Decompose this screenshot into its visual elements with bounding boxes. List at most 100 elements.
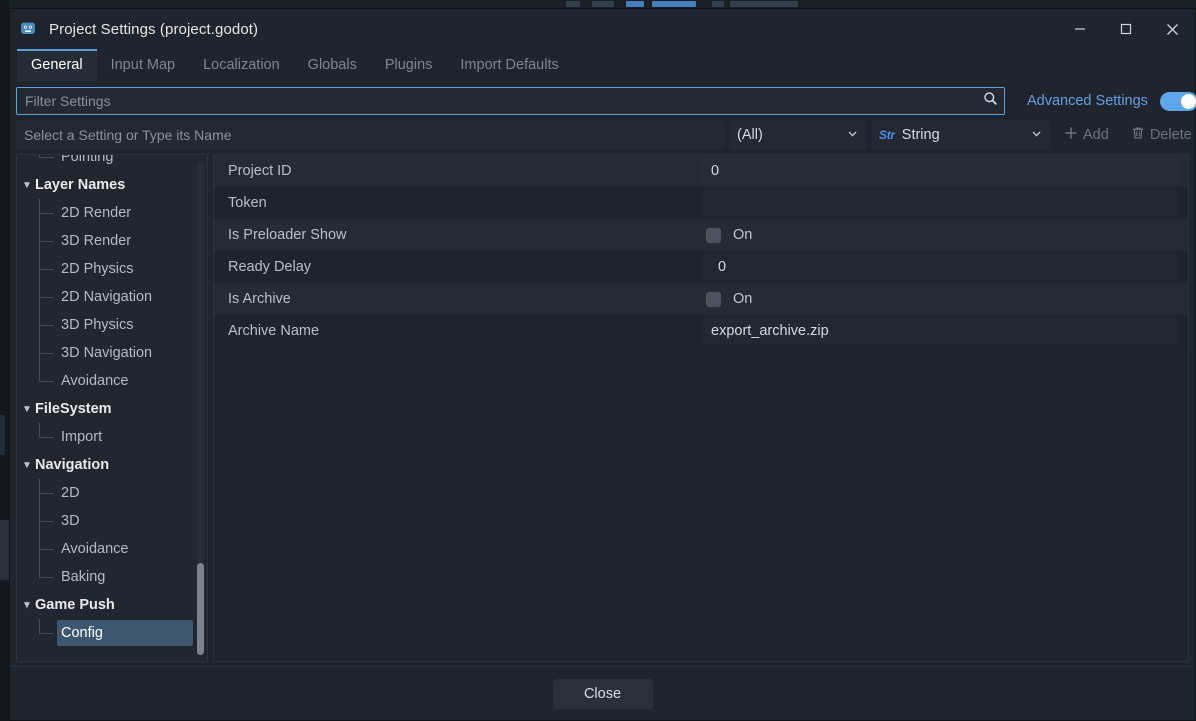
is-preloader-show-checkbox[interactable]: On xyxy=(702,222,1178,248)
tree-item-avoidance-nav[interactable]: Avoidance xyxy=(17,535,207,563)
tree-item-2d[interactable]: 2D xyxy=(17,479,207,507)
filter-input-wrapper xyxy=(16,87,1005,115)
add-setting-button[interactable]: Add xyxy=(1055,120,1118,150)
setting-type-dropdown[interactable]: Str String xyxy=(871,120,1051,150)
tree-item-label: 3D xyxy=(61,513,80,529)
archive-name-input[interactable]: export_archive.zip xyxy=(702,318,1178,344)
checkbox-icon xyxy=(706,291,721,307)
tab-input-map[interactable]: Input Map xyxy=(97,49,190,81)
window-controls xyxy=(1057,9,1195,49)
sidebar-scrollbar-thumb[interactable] xyxy=(197,563,204,655)
setting-row-token: Token xyxy=(214,187,1188,219)
project-settings-dialog: Project Settings (project.godot) General… xyxy=(9,8,1196,721)
setting-scope-dropdown[interactable]: (All) xyxy=(729,120,867,150)
token-input[interactable] xyxy=(702,190,1178,216)
tab-globals-label: Globals xyxy=(307,57,357,73)
tree-item-label: 2D xyxy=(61,485,80,501)
setting-row-ready-delay: Ready Delay 0 xyxy=(214,251,1188,283)
tree-item-3d-physics[interactable]: 3D Physics xyxy=(17,311,207,339)
tree-item-label: 2D Physics xyxy=(61,261,134,277)
tree-item-baking[interactable]: Baking xyxy=(17,563,207,591)
tree-item-2d-physics[interactable]: 2D Physics xyxy=(17,255,207,283)
godot-logo-icon xyxy=(18,19,38,39)
dialog-footer: Close xyxy=(10,666,1195,720)
tab-import-defaults-label: Import Defaults xyxy=(460,57,559,73)
tree-item-pointing[interactable]: Pointing xyxy=(17,154,207,171)
tree-item-label: Avoidance xyxy=(61,541,129,557)
tab-globals[interactable]: Globals xyxy=(294,49,371,81)
tab-plugins-label: Plugins xyxy=(384,57,433,73)
setting-scope-value: (All) xyxy=(737,127,763,143)
setting-row-is-archive: Is Archive On xyxy=(214,283,1188,315)
tree-item-label: 3D Navigation xyxy=(61,345,153,361)
checkbox-icon xyxy=(706,227,721,243)
ready-delay-input[interactable]: 0 xyxy=(702,254,1178,280)
maximize-button[interactable] xyxy=(1103,9,1149,49)
minimize-button[interactable] xyxy=(1057,9,1103,49)
tree-item-label: Import xyxy=(61,429,103,445)
tree-category-navigation[interactable]: ▼ Navigation xyxy=(17,451,207,479)
setting-row-project-id: Project ID 0 xyxy=(214,155,1188,187)
is-archive-checkbox[interactable]: On xyxy=(702,286,1178,312)
setting-value-cell xyxy=(702,187,1188,219)
chevron-down-icon: ▼ xyxy=(22,459,32,471)
tree-item-label: 3D Render xyxy=(61,233,132,249)
tree-item-label: Baking xyxy=(61,569,106,585)
setting-label: Archive Name xyxy=(228,323,320,339)
setting-label: Is Preloader Show xyxy=(228,227,347,243)
title-bar: Project Settings (project.godot) xyxy=(10,9,1195,49)
setting-type-value: String xyxy=(901,127,940,143)
tree-item-label: 2D Render xyxy=(61,205,132,221)
setting-value-cell: export_archive.zip xyxy=(702,315,1188,347)
setting-label: Ready Delay xyxy=(228,259,312,275)
search-icon[interactable] xyxy=(983,91,998,111)
filter-settings-input[interactable] xyxy=(16,87,1005,115)
settings-property-list: Project ID 0 Token Is Preloader Show On xyxy=(213,154,1189,662)
tree-item-2d-render[interactable]: 2D Render xyxy=(17,199,207,227)
tab-localization[interactable]: Localization xyxy=(189,49,294,81)
tree-item-label: Avoidance xyxy=(61,373,129,389)
toggle-knob xyxy=(1180,93,1196,109)
tab-input-map-label: Input Map xyxy=(110,57,176,73)
setting-name-input[interactable] xyxy=(16,120,725,150)
tree-item-3d-render[interactable]: 3D Render xyxy=(17,227,207,255)
tree-category-layer-names[interactable]: ▼ Layer Names xyxy=(17,171,207,199)
tab-import-defaults[interactable]: Import Defaults xyxy=(446,49,572,81)
settings-body: Pointing ▼ Layer Names 2D Render 3D Rend… xyxy=(10,150,1195,662)
tab-general-label: General xyxy=(31,57,83,73)
tree-item-label: 2D Navigation xyxy=(61,289,153,305)
checkbox-label: On xyxy=(733,227,753,243)
project-id-input[interactable]: 0 xyxy=(702,158,1178,184)
close-window-button[interactable] xyxy=(1149,9,1195,49)
trash-icon xyxy=(1131,126,1145,144)
tree-item-import[interactable]: Import xyxy=(17,423,207,451)
chevron-down-icon: ▼ xyxy=(22,599,32,611)
delete-setting-label: Delete xyxy=(1149,127,1192,143)
tree-item-2d-navigation[interactable]: 2D Navigation xyxy=(17,283,207,311)
tree-item-3d[interactable]: 3D xyxy=(17,507,207,535)
advanced-settings-toggle[interactable] xyxy=(1159,91,1196,111)
tree-item-config[interactable]: Config xyxy=(17,619,207,647)
settings-category-tree[interactable]: Pointing ▼ Layer Names 2D Render 3D Rend… xyxy=(16,154,208,662)
tree-item-avoidance-layer[interactable]: Avoidance xyxy=(17,367,207,395)
tree-nodes: Pointing ▼ Layer Names 2D Render 3D Rend… xyxy=(17,154,207,659)
tree-item-label: Pointing xyxy=(61,154,114,165)
setting-label: Project ID xyxy=(228,163,292,179)
delete-setting-button[interactable]: Delete xyxy=(1122,120,1196,150)
chevron-down-icon xyxy=(846,127,859,144)
setting-value-cell: On xyxy=(702,219,1188,251)
close-button[interactable]: Close xyxy=(552,678,653,709)
chevron-down-icon xyxy=(1030,127,1043,144)
tree-category-filesystem[interactable]: ▼ FileSystem xyxy=(17,395,207,423)
tab-general[interactable]: General xyxy=(17,49,97,81)
chevron-down-icon: ▼ xyxy=(22,403,32,415)
setting-value-cell: On xyxy=(702,283,1188,315)
setting-label: Is Archive xyxy=(228,291,291,307)
setting-row-archive-name: Archive Name export_archive.zip xyxy=(214,315,1188,347)
tree-category-game-push[interactable]: ▼ Game Push xyxy=(17,591,207,619)
checkbox-label: On xyxy=(733,291,753,307)
tree-item-3d-navigation[interactable]: 3D Navigation xyxy=(17,339,207,367)
add-setting-label: Add xyxy=(1083,127,1109,143)
tab-plugins[interactable]: Plugins xyxy=(371,49,447,81)
sidebar-scrollbar[interactable] xyxy=(197,161,204,655)
